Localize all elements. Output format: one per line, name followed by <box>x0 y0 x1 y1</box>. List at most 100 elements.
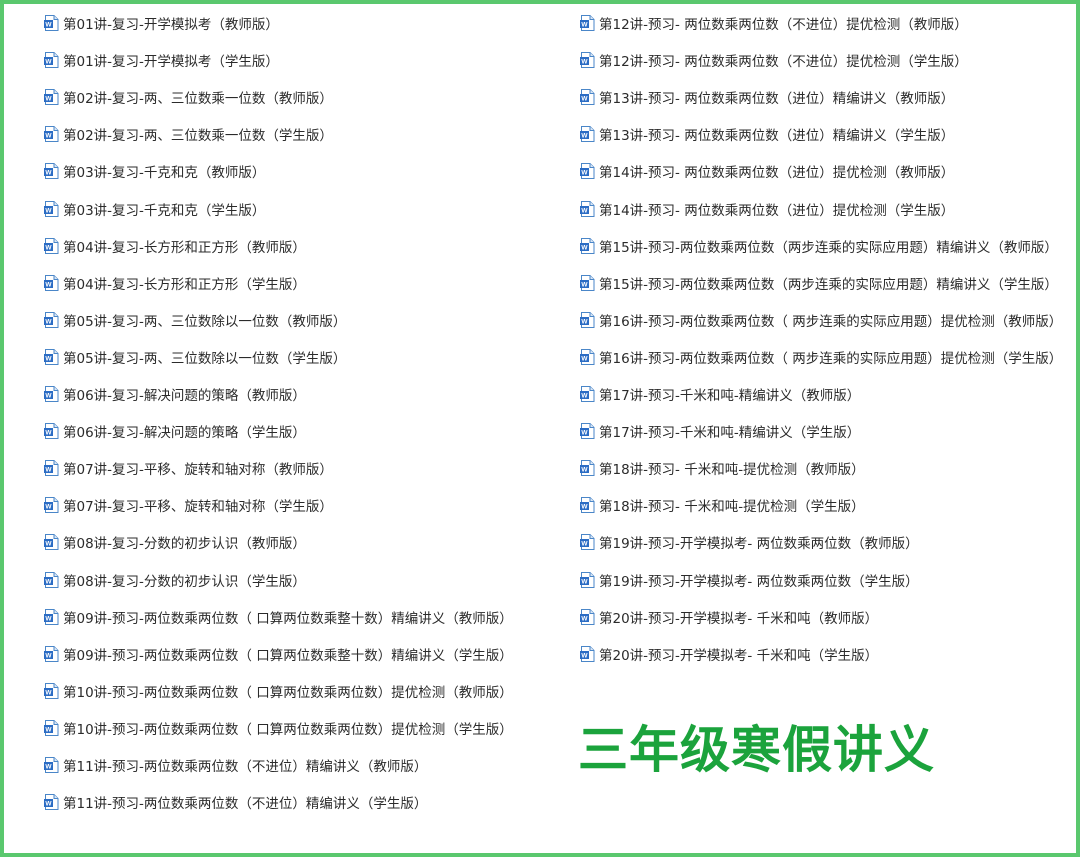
file-item[interactable]: W 第08讲-复习-分数的初步认识（学生版） <box>44 569 306 591</box>
file-item[interactable]: W 第03讲-复习-千克和克（教师版） <box>44 160 265 182</box>
svg-text:W: W <box>45 504 52 511</box>
word-document-icon: W <box>44 311 59 328</box>
word-document-icon: W <box>44 534 59 551</box>
svg-text:W: W <box>581 59 588 66</box>
svg-text:W: W <box>581 22 588 29</box>
file-item[interactable]: W 第12讲-预习- 两位数乘两位数（不进位）提优检测（教师版） <box>580 12 968 34</box>
file-item[interactable]: W 第03讲-复习-千克和克（学生版） <box>44 198 265 220</box>
file-item[interactable]: W 第15讲-预习-两位数乘两位数（两步连乘的实际应用题）精编讲义（教师版） <box>580 235 1058 257</box>
file-item[interactable]: W 第20讲-预习-开学模拟考- 千米和吨（学生版） <box>580 643 878 665</box>
word-document-icon: W <box>44 794 59 811</box>
file-item[interactable]: W 第02讲-复习-两、三位数乘一位数（学生版） <box>44 123 333 145</box>
svg-text:W: W <box>45 355 52 362</box>
file-item[interactable]: W 第13讲-预习- 两位数乘两位数（进位）精编讲义（学生版） <box>580 123 954 145</box>
file-item[interactable]: W 第04讲-复习-长方形和正方形（教师版） <box>44 235 306 257</box>
word-document-icon: W <box>580 645 595 662</box>
word-document-icon: W <box>44 163 59 180</box>
file-name-label: 第07讲-复习-平移、旋转和轴对称（教师版） <box>63 462 333 479</box>
svg-text:W: W <box>45 96 52 103</box>
file-item[interactable]: W 第11讲-预习-两位数乘两位数（不进位）精编讲义（学生版） <box>44 791 427 813</box>
file-item[interactable]: W 第20讲-预习-开学模拟考- 千米和吨（教师版） <box>580 606 878 628</box>
svg-text:W: W <box>581 170 588 177</box>
file-item[interactable]: W 第05讲-复习-两、三位数除以一位数（学生版） <box>44 346 346 368</box>
file-item[interactable]: W 第01讲-复习-开学模拟考（教师版） <box>44 12 279 34</box>
file-item[interactable]: W 第09讲-预习-两位数乘两位数（ 口算两位数乘整十数）精编讲义（学生版） <box>44 643 513 665</box>
file-name-label: 第12讲-预习- 两位数乘两位数（不进位）提优检测（学生版） <box>599 54 968 71</box>
file-name-label: 第10讲-预习-两位数乘两位数（ 口算两位数乘两位数）提优检测（学生版） <box>63 721 513 738</box>
word-document-icon: W <box>44 89 59 106</box>
word-document-icon: W <box>44 571 59 588</box>
svg-text:W: W <box>581 96 588 103</box>
word-document-icon: W <box>580 126 595 143</box>
svg-text:W: W <box>45 393 52 400</box>
svg-text:W: W <box>45 133 52 140</box>
file-item[interactable]: W 第10讲-预习-两位数乘两位数（ 口算两位数乘两位数）提优检测（学生版） <box>44 717 513 739</box>
file-name-label: 第01讲-复习-开学模拟考（教师版） <box>63 17 279 33</box>
file-item[interactable]: W 第14讲-预习- 两位数乘两位数（进位）提优检测（学生版） <box>580 198 954 220</box>
word-document-icon: W <box>44 719 59 736</box>
svg-text:W: W <box>45 318 52 325</box>
word-document-icon: W <box>580 386 595 402</box>
word-document-icon: W <box>580 423 595 440</box>
svg-text:W: W <box>45 430 52 437</box>
file-name-label: 第03讲-复习-千克和克（教师版） <box>63 165 266 182</box>
file-list-panel: W 第01讲-复习-开学模拟考（教师版） W 第01讲-复习-开学模拟考（学生版） W 第… <box>0 0 1080 857</box>
file-item[interactable]: W 第17讲-预习-千米和吨-精编讲义（学生版） <box>580 420 860 442</box>
file-item[interactable]: W 第06讲-复习-解决问题的策略（学生版） <box>44 420 306 442</box>
file-item[interactable]: W 第11讲-预习-两位数乘两位数（不进位）精编讲义（教师版） <box>44 754 427 776</box>
file-name-label: 第11讲-预习-两位数乘两位数（不进位）精编讲义（教师版） <box>63 759 428 775</box>
file-name-label: 第08讲-复习-分数的初步认识（教师版） <box>63 536 306 553</box>
word-document-icon: W <box>580 163 595 180</box>
file-name-label: 第05讲-复习-两、三位数除以一位数（学生版） <box>63 350 347 367</box>
file-item[interactable]: W 第07讲-复习-平移、旋转和轴对称（教师版） <box>44 457 333 479</box>
file-item[interactable]: W 第19讲-预习-开学模拟考- 两位数乘两位数（教师版） <box>580 531 919 553</box>
svg-text:W: W <box>581 281 588 288</box>
svg-text:W: W <box>581 467 588 474</box>
file-item[interactable]: W 第12讲-预习- 两位数乘两位数（不进位）提优检测（学生版） <box>580 49 968 71</box>
svg-text:W: W <box>45 578 52 585</box>
file-name-label: 第20讲-预习-开学模拟考- 千米和吨（学生版） <box>599 647 879 664</box>
file-item[interactable]: W 第14讲-预习- 两位数乘两位数（进位）提优检测（教师版） <box>580 160 954 182</box>
word-document-icon: W <box>580 608 595 625</box>
word-document-icon: W <box>44 460 59 477</box>
file-item[interactable]: W 第13讲-预习- 两位数乘两位数（进位）精编讲义（教师版） <box>580 86 954 108</box>
word-document-icon: W <box>44 52 59 69</box>
file-name-label: 第19讲-预习-开学模拟考- 两位数乘两位数（教师版） <box>599 536 919 553</box>
word-document-icon: W <box>44 237 59 254</box>
file-item[interactable]: W 第19讲-预习-开学模拟考- 两位数乘两位数（学生版） <box>580 569 919 591</box>
word-document-icon: W <box>44 608 59 625</box>
word-document-icon: W <box>580 89 595 106</box>
file-name-label: 第17讲-预习-千米和吨-精编讲义（学生版） <box>599 425 861 442</box>
svg-text:W: W <box>581 393 588 400</box>
svg-text:W: W <box>581 541 588 548</box>
word-document-icon: W <box>580 571 595 588</box>
file-name-label: 第18讲-预习- 千米和吨-提优检测（教师版） <box>599 462 865 479</box>
svg-text:W: W <box>45 244 52 251</box>
word-document-icon: W <box>44 757 59 773</box>
svg-text:W: W <box>581 578 588 585</box>
file-item[interactable]: W 第15讲-预习-两位数乘两位数（两步连乘的实际应用题）精编讲义（学生版） <box>580 272 1058 294</box>
file-name-label: 第16讲-预习-两位数乘两位数（ 两步连乘的实际应用题）提优检测（学生版） <box>599 350 1063 367</box>
file-item[interactable]: W 第06讲-复习-解决问题的策略（教师版） <box>44 383 306 405</box>
file-item[interactable]: W 第02讲-复习-两、三位数乘一位数（教师版） <box>44 86 333 108</box>
file-name-label: 第15讲-预习-两位数乘两位数（两步连乘的实际应用题）精编讲义（教师版） <box>599 239 1058 256</box>
file-item[interactable]: W 第10讲-预习-两位数乘两位数（ 口算两位数乘两位数）提优检测（教师版） <box>44 680 513 702</box>
file-name-label: 第17讲-预习-千米和吨-精编讲义（教师版） <box>599 388 861 404</box>
file-item[interactable]: W 第09讲-预习-两位数乘两位数（ 口算两位数乘整十数）精编讲义（教师版） <box>44 606 513 628</box>
word-document-icon: W <box>580 534 595 551</box>
file-item[interactable]: W 第08讲-复习-分数的初步认识（教师版） <box>44 531 306 553</box>
file-item[interactable]: W 第17讲-预习-千米和吨-精编讲义（教师版） <box>580 383 860 405</box>
file-item[interactable]: W 第01讲-复习-开学模拟考（学生版） <box>44 49 279 71</box>
file-item[interactable]: W 第07讲-复习-平移、旋转和轴对称（学生版） <box>44 494 333 516</box>
file-item[interactable]: W 第18讲-预习- 千米和吨-提优检测（教师版） <box>580 457 865 479</box>
file-name-label: 第15讲-预习-两位数乘两位数（两步连乘的实际应用题）精编讲义（学生版） <box>599 276 1058 293</box>
file-item[interactable]: W 第16讲-预习-两位数乘两位数（ 两步连乘的实际应用题）提优检测（学生版） <box>580 346 1062 368</box>
file-item[interactable]: W 第04讲-复习-长方形和正方形（学生版） <box>44 272 306 294</box>
svg-text:W: W <box>45 281 52 288</box>
file-item[interactable]: W 第05讲-复习-两、三位数除以一位数（教师版） <box>44 309 346 331</box>
file-item[interactable]: W 第16讲-预习-两位数乘两位数（ 两步连乘的实际应用题）提优检测（教师版） <box>580 309 1062 331</box>
word-document-icon: W <box>580 348 595 365</box>
file-item[interactable]: W 第18讲-预习- 千米和吨-提优检测（学生版） <box>580 494 865 516</box>
svg-text:W: W <box>45 801 52 808</box>
svg-text:W: W <box>45 764 52 771</box>
